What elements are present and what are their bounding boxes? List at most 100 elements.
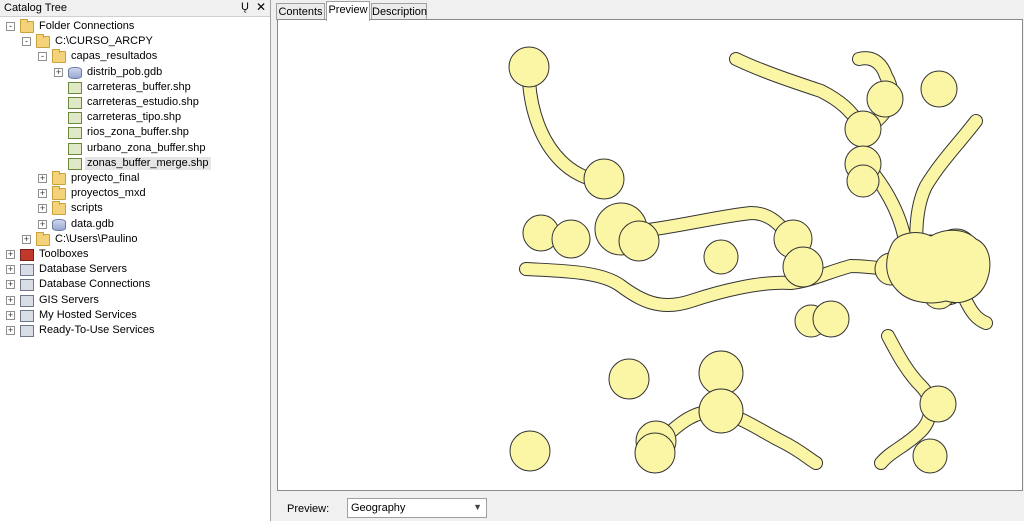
- pin-icon[interactable]: Ų: [241, 1, 249, 13]
- expand-icon[interactable]: +: [6, 326, 15, 335]
- tree-item-label: zonas_buffer_merge.shp: [85, 156, 211, 170]
- geodatabase-icon: [68, 66, 82, 79]
- expand-icon[interactable]: +: [6, 295, 15, 305]
- tree-item[interactable]: + distrib_pob.gdb: [0, 65, 268, 80]
- tree-item-label: GIS Servers: [39, 293, 99, 306]
- toolbox-icon: [20, 249, 34, 261]
- tree-item[interactable]: + My Hosted Services: [0, 308, 268, 323]
- tree-item[interactable]: carreteras_tipo.shp: [0, 110, 268, 125]
- chevron-down-icon[interactable]: ▼: [473, 502, 482, 512]
- urban-buffer-circle: [608, 358, 650, 400]
- tree-item[interactable]: + proyectos_mxd: [0, 186, 268, 201]
- tree-item[interactable]: - Folder Connections: [0, 19, 268, 34]
- database-connection-icon: [20, 279, 34, 292]
- tree-item[interactable]: carreteras_buffer.shp: [0, 80, 268, 95]
- tree-item-label: Ready-To-Use Services: [39, 324, 155, 336]
- collapse-icon[interactable]: -: [22, 37, 31, 47]
- folder-icon: [52, 49, 66, 64]
- polygon-shapefile-icon: [68, 112, 82, 125]
- tree-item-label: proyecto_final: [71, 172, 140, 184]
- tree-item[interactable]: + Ready-To-Use Services: [0, 323, 268, 338]
- expand-icon[interactable]: +: [6, 250, 15, 259]
- arccatalog-window: Catalog Tree Ų ✕ - Folder Connections - C:\…: [0, 0, 1024, 521]
- folder-icon: [36, 231, 50, 246]
- urban-buffer-circle: [698, 388, 744, 434]
- urban-buffer-circle: [698, 350, 744, 396]
- tab-description[interactable]: Description: [371, 3, 427, 20]
- polygon-shapefile-icon: [68, 157, 82, 170]
- tree-item[interactable]: + scripts: [0, 201, 268, 216]
- merged-urban-buffer: [886, 229, 991, 304]
- urban-buffer-circle: [844, 110, 882, 148]
- tree-item-label: capas_resultados: [71, 50, 158, 63]
- expand-icon[interactable]: +: [38, 174, 47, 183]
- tree-item-label: Folder Connections: [39, 20, 135, 32]
- tree-item-label: C:\CURSO_ARCPY: [55, 35, 153, 48]
- road-buffer-corridor: [730, 53, 867, 132]
- folder-icon: [36, 34, 50, 49]
- tree-item-label: carreteras_tipo.shp: [87, 111, 182, 124]
- folder-icon: [52, 201, 66, 216]
- preview-type-dropdown[interactable]: Geography ▼: [347, 498, 487, 518]
- close-icon[interactable]: ✕: [256, 0, 266, 14]
- ready-services-icon: [20, 325, 34, 337]
- expand-icon[interactable]: +: [54, 67, 63, 77]
- tree-item[interactable]: + proyecto_final: [0, 171, 268, 186]
- collapse-icon[interactable]: -: [38, 52, 47, 62]
- urban-buffer-circle: [846, 164, 880, 198]
- preview-type-value: Geography: [351, 502, 406, 514]
- urban-buffer-circle: [551, 219, 591, 259]
- tree-item[interactable]: + data.gdb: [0, 217, 268, 232]
- folder-icon: [52, 186, 66, 201]
- tree-item[interactable]: + GIS Servers: [0, 293, 268, 308]
- expand-icon[interactable]: +: [6, 310, 15, 320]
- tree-item[interactable]: + Toolboxes: [0, 247, 268, 262]
- preview-label: Preview:: [287, 503, 330, 515]
- catalog-tree-title: Catalog Tree: [4, 2, 67, 14]
- urban-buffer-circle: [634, 432, 676, 474]
- urban-buffer-circle: [912, 438, 948, 474]
- tree-item[interactable]: zonas_buffer_merge.shp: [0, 156, 268, 171]
- expand-icon[interactable]: +: [38, 189, 47, 199]
- tree-item[interactable]: carreteras_estudio.shp: [0, 95, 268, 110]
- expand-icon[interactable]: +: [22, 234, 31, 244]
- tree-item[interactable]: - capas_resultados: [0, 49, 268, 64]
- road-buffer-corridor: [960, 295, 992, 329]
- expand-icon[interactable]: +: [38, 219, 47, 229]
- buffer-zones-map: [508, 46, 993, 474]
- tree-item-label: proyectos_mxd: [71, 187, 146, 200]
- tree-item-label: distrib_pob.gdb: [87, 65, 163, 78]
- line-shapefile-icon: [68, 97, 82, 109]
- tree-item[interactable]: + C:\Users\Paulino: [0, 231, 268, 247]
- tree-item[interactable]: - C:\CURSO_ARCPY: [0, 34, 268, 49]
- map-preview[interactable]: [277, 19, 1023, 491]
- expand-icon[interactable]: +: [6, 265, 15, 275]
- expand-icon[interactable]: +: [6, 280, 15, 290]
- urban-buffer-circle: [509, 430, 551, 472]
- folder-icon: [52, 171, 66, 185]
- urban-buffer-circle: [919, 385, 957, 423]
- tree-item-label: C:\Users\Paulino: [55, 232, 138, 245]
- urban-buffer-circle: [618, 220, 660, 262]
- tab-contents[interactable]: Contents: [276, 3, 325, 20]
- tree-item[interactable]: + Database Servers: [0, 262, 268, 277]
- geodatabase-icon: [52, 218, 66, 231]
- tree-item[interactable]: rios_zona_buffer.shp: [0, 125, 268, 140]
- folder-connections-icon: [20, 19, 34, 33]
- tree-item-label: Database Servers: [39, 263, 128, 276]
- tab-preview[interactable]: Preview: [326, 1, 370, 21]
- catalog-tree-pane: Catalog Tree Ų ✕ - Folder Connections - C:\…: [0, 0, 271, 521]
- tree-item-label: rios_zona_buffer.shp: [87, 126, 189, 139]
- tree-item-label: My Hosted Services: [39, 308, 137, 321]
- tree-item[interactable]: + Database Connections: [0, 277, 268, 292]
- urban-buffer-circle: [703, 239, 739, 275]
- collapse-icon[interactable]: -: [6, 22, 15, 31]
- tree-item-label: Database Connections: [39, 278, 151, 291]
- tree-item-label: scripts: [71, 202, 103, 215]
- urban-buffer-circle: [782, 246, 824, 288]
- expand-icon[interactable]: +: [38, 204, 47, 214]
- database-server-icon: [20, 264, 34, 277]
- hosted-services-icon: [20, 309, 34, 322]
- tree-item[interactable]: urbano_zona_buffer.shp: [0, 141, 268, 156]
- tree-item-label: urbano_zona_buffer.shp: [87, 141, 206, 154]
